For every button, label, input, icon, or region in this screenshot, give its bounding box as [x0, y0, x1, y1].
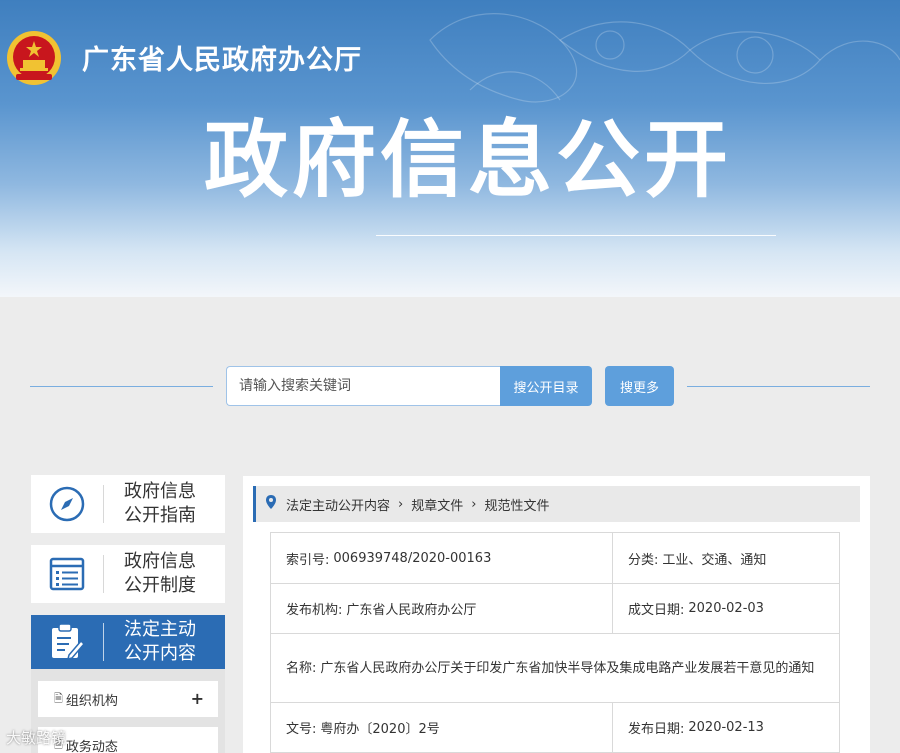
document-number-cell: 文号: 粤府办〔2020〕2号 — [271, 703, 613, 752]
table-row: 文号: 粤府办〔2020〕2号 发布日期: 2020-02-13 — [271, 703, 839, 753]
chevron-right-icon: › — [398, 496, 404, 512]
watermark: 大敏路镜 — [6, 729, 67, 747]
page-title: 政府信息公开 — [204, 111, 733, 209]
breadcrumb-item[interactable]: 规范性文件 — [484, 495, 549, 514]
search-divider-right — [687, 386, 870, 387]
breadcrumb-item[interactable]: 规章文件 — [411, 495, 463, 514]
sidebar-subitem-organization[interactable]: 🗎 组织机构 + — [38, 681, 218, 717]
sidebar-item-mandatory-content[interactable]: 法定主动 公开内容 — [31, 615, 225, 669]
table-row: 名称: 广东省人民政府办公厅关于印发广东省加快半导体及集成电路产业发展若干意见的通… — [271, 634, 839, 703]
national-emblem-icon — [7, 31, 61, 85]
chevron-right-icon: › — [471, 496, 477, 512]
document-list-icon — [31, 545, 103, 603]
document-info-table: 索引号: 006939748/2020-00163 分类: 工业、交通、通知 发布机… — [270, 532, 840, 753]
org-name: 广东省人民政府办公厅 — [82, 45, 362, 76]
issuer-cell: 发布机构: 广东省人民政府办公厅 — [271, 584, 613, 633]
expand-icon[interactable]: + — [191, 689, 204, 708]
index-number-cell: 索引号: 006939748/2020-00163 — [271, 533, 613, 583]
sidebar-item-system[interactable]: 政府信息 公开制度 — [31, 545, 225, 603]
location-pin-icon — [266, 495, 276, 513]
breadcrumb-item[interactable]: 法定主动公开内容 — [286, 495, 390, 514]
table-row: 发布机构: 广东省人民政府办公厅 成文日期: 2020-02-03 — [271, 584, 839, 634]
doc-icon: 🗎 — [54, 691, 63, 705]
clipboard-edit-icon — [31, 615, 103, 669]
search-catalog-button[interactable]: 搜公开目录 — [500, 366, 592, 406]
document-name-cell: 名称: 广东省人民政府办公厅关于印发广东省加快半导体及集成电路产业发展若干意见的通… — [286, 660, 815, 676]
sidebar-item-label: 法定主动 公开内容 — [124, 619, 196, 664]
search-input[interactable] — [226, 366, 500, 406]
category-cell: 分类: 工业、交通、通知 — [628, 552, 767, 568]
table-row: 索引号: 006939748/2020-00163 分类: 工业、交通、通知 — [271, 533, 839, 584]
sidebar-item-label: 政府信息 公开制度 — [124, 551, 196, 596]
published-date-cell: 发布日期: 2020-02-13 — [628, 720, 764, 737]
header-banner: 广东省人民政府办公厅 政府信息公开 — [0, 0, 900, 297]
title-divider — [376, 235, 776, 236]
sidebar-item-label: 政府信息 公开指南 — [124, 481, 196, 526]
search-more-button[interactable]: 搜更多 — [605, 366, 674, 406]
sidebar-item-guide[interactable]: 政府信息 公开指南 — [31, 475, 225, 533]
compass-icon — [31, 475, 103, 533]
breadcrumb: 法定主动公开内容 › 规章文件 › 规范性文件 — [253, 486, 860, 522]
created-date-cell: 成文日期: 2020-02-03 — [628, 601, 764, 618]
search-divider-left — [30, 386, 213, 387]
